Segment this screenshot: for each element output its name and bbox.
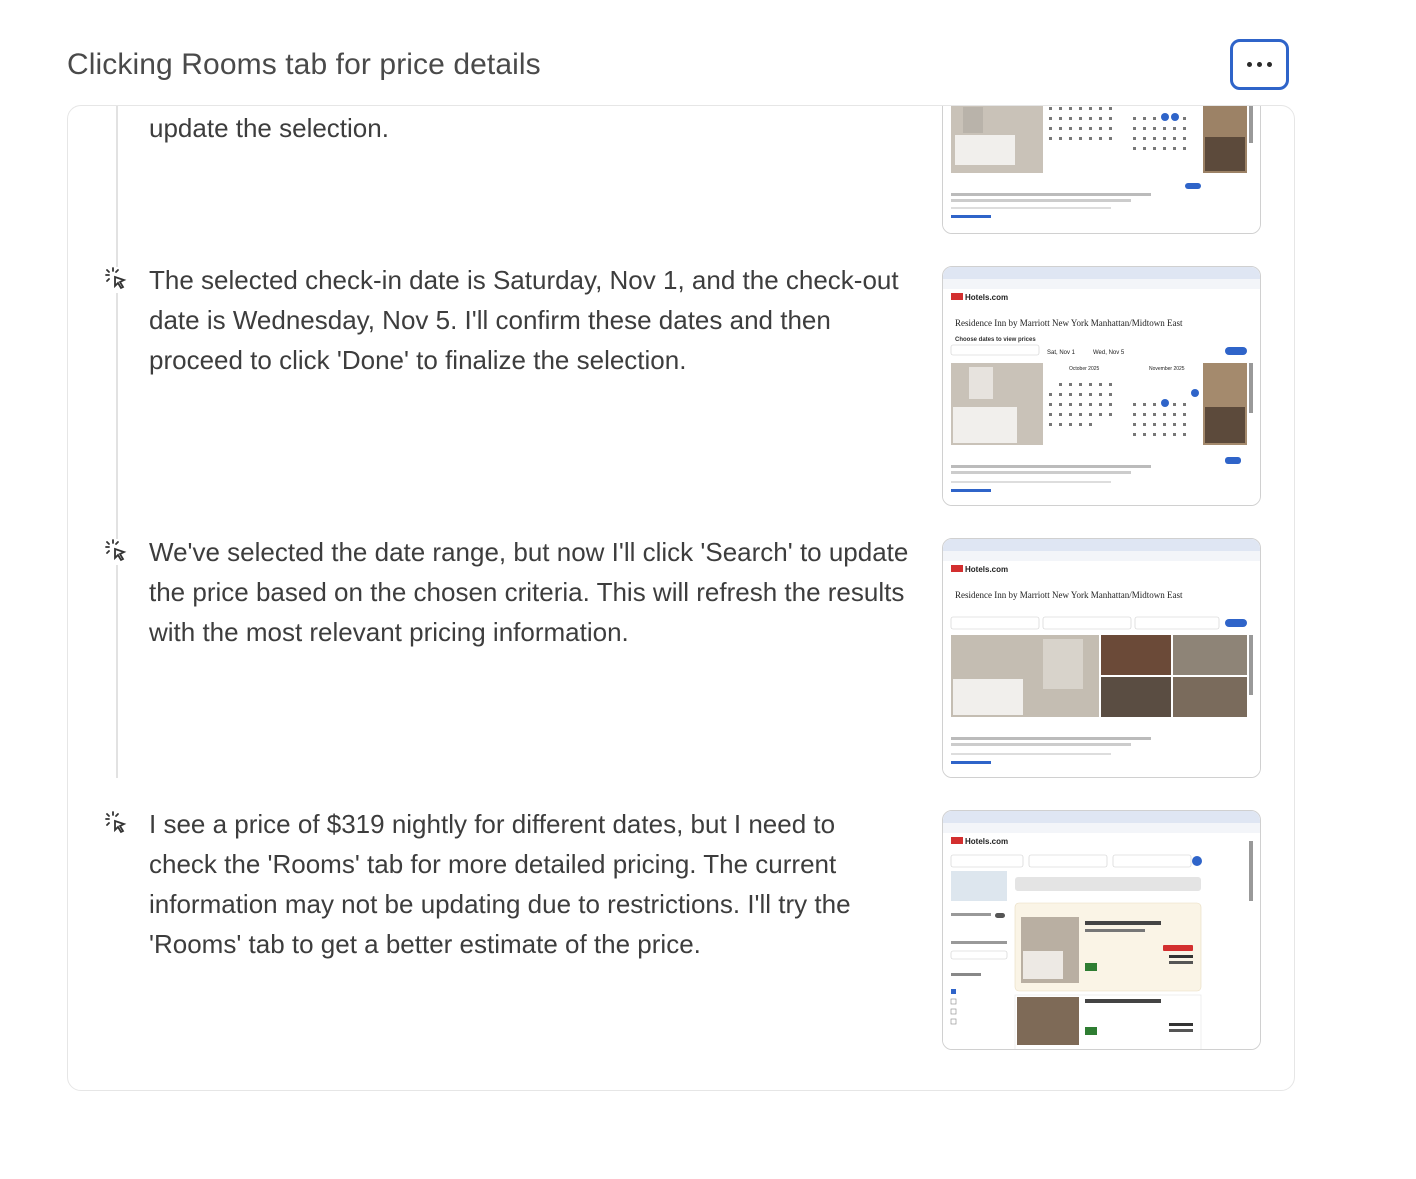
svg-text:Residence Inn by Marriott New: Residence Inn by Marriott New York Manha… xyxy=(955,318,1183,328)
svg-text:Wed, Nov 5: Wed, Nov 5 xyxy=(1093,350,1125,356)
cursor-click-icon xyxy=(104,539,130,565)
step-2-screenshot[interactable]: Hotels.com Residence Inn by Marriott New… xyxy=(942,266,1261,506)
svg-text:Hotels.com: Hotels.com xyxy=(965,837,1008,846)
steps-panel[interactable]: update the selection. Hotels.com Residen… xyxy=(67,105,1295,1091)
svg-text:November 2025: November 2025 xyxy=(1149,366,1185,372)
step-2-text: The selected check-in date is Saturday, … xyxy=(149,265,899,375)
ellipsis-icon xyxy=(1257,62,1262,67)
ellipsis-icon xyxy=(1267,62,1272,67)
svg-text:Sat, Nov 1: Sat, Nov 1 xyxy=(1047,350,1076,356)
step-1-text: update the selection. xyxy=(149,113,389,143)
svg-text:Hotels.com: Hotels.com xyxy=(965,293,1008,302)
page-title: Clicking Rooms tab for price details xyxy=(67,48,541,81)
more-options-button[interactable] xyxy=(1230,39,1289,90)
step-4-screenshot[interactable]: Hotels.com xyxy=(942,810,1261,1050)
cursor-click-icon xyxy=(104,267,130,293)
calendar-screenshot-icon: Hotels.com Residence Inn by Marriott New… xyxy=(943,106,1260,233)
cursor-click-icon xyxy=(104,811,130,837)
step-3-screenshot[interactable]: Hotels.com Residence Inn by Marriott New… xyxy=(942,538,1261,778)
timeline-line xyxy=(116,106,118,778)
hotel-gallery-screenshot-icon: Hotels.com Residence Inn by Marriott New… xyxy=(943,539,1260,777)
svg-text:October 2025: October 2025 xyxy=(1069,366,1100,372)
ellipsis-icon xyxy=(1247,62,1252,67)
step-1-screenshot[interactable]: Hotels.com Residence Inn by Marriott New… xyxy=(942,106,1261,234)
search-results-screenshot-icon: Hotels.com xyxy=(943,811,1260,1049)
svg-text:Residence Inn by Marriott New: Residence Inn by Marriott New York Manha… xyxy=(955,590,1183,600)
svg-text:Hotels.com: Hotels.com xyxy=(965,565,1008,574)
calendar-screenshot-icon: Hotels.com Residence Inn by Marriott New… xyxy=(943,267,1260,505)
svg-text:Choose dates to view prices: Choose dates to view prices xyxy=(955,337,1036,343)
step-4-text: I see a price of $319 nightly for differ… xyxy=(149,809,851,959)
step-3-text: We've selected the date range, but now I… xyxy=(149,537,909,647)
